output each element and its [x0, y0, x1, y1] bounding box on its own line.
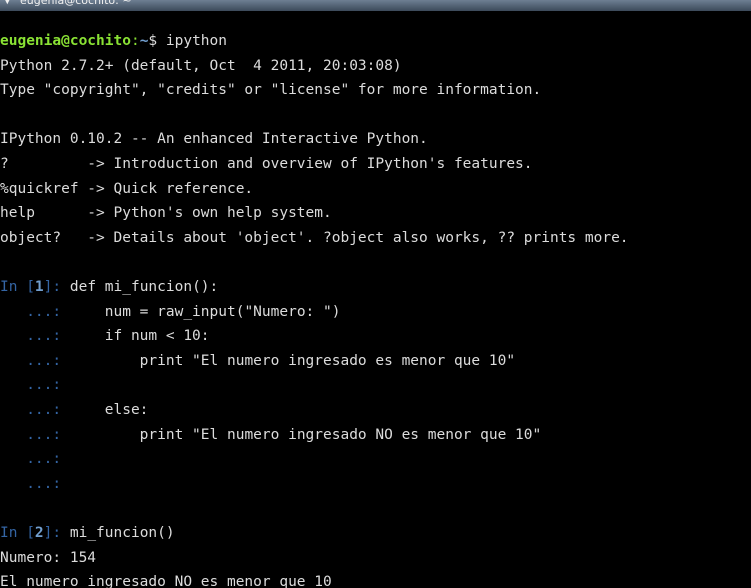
banner-line: ? -> Introduction and overview of IPytho… [0, 156, 533, 172]
continuation-line: ...: num = raw_input("Numero: ") [0, 300, 340, 325]
code-line: else: [69, 402, 149, 418]
in-prompt-close: ]: [43, 525, 70, 541]
continuation-line: ...: print "El numero ingresado NO es me… [0, 423, 541, 448]
in-prompt-number: 1 [34, 279, 44, 295]
prompt-symbol: $ [148, 33, 166, 49]
in-prompt-number: 2 [34, 525, 44, 541]
continuation-prompt: ...: [0, 475, 70, 492]
in-prompt-close: ]: [43, 279, 70, 295]
terminal-output[interactable]: eugenia@cochito:~$ ipython Python 2.7.2+… [0, 29, 751, 588]
code-line: num = raw_input("Numero: ") [69, 303, 341, 320]
program-output-line: El numero ingresado NO es menor que 10 [0, 574, 332, 588]
prompt-user-host: eugenia@cochito [0, 33, 131, 49]
continuation-line: ...: [0, 373, 70, 398]
banner-line: help -> Python's own help system. [0, 205, 332, 222]
continuation-prompt: ...: [0, 328, 70, 345]
continuation-line: ...: print "El numero ingresado es menor… [0, 349, 515, 374]
banner-line: %quickref -> Quick reference. [0, 180, 254, 197]
prompt-separator: : [130, 33, 140, 49]
continuation-line: ...: else: [0, 398, 148, 423]
continuation-line: ...: [0, 472, 70, 497]
continuation-prompt: ...: [0, 352, 70, 369]
continuation-prompt: ...: [0, 426, 70, 443]
code-line: def mi_funcion(): [69, 279, 219, 295]
window-title: eugenia@cochito: ~ [20, 0, 132, 7]
continuation-prompt: ...: [0, 303, 70, 320]
banner-line: IPython 0.10.2 -- An enhanced Interactiv… [0, 131, 428, 148]
ipython-input-line: In [1]: def mi_funcion(): [0, 275, 218, 300]
banner-line: object? -> Details about 'object'. ?obje… [0, 229, 629, 246]
program-output-line: Numero: 154 [0, 549, 97, 566]
in-prompt-open: In [ [0, 279, 35, 295]
continuation-prompt: ...: [0, 451, 70, 468]
continuation-line: ...: [0, 447, 70, 472]
prompt-command: ipython [165, 33, 227, 49]
continuation-line: ...: if num < 10: [0, 324, 210, 349]
banner-line: Python 2.7.2+ (default, Oct 4 2011, 20:0… [0, 57, 402, 74]
code-line: print "El numero ingresado NO es menor q… [69, 426, 542, 443]
continuation-prompt: ...: [0, 402, 70, 418]
shell-prompt-line: eugenia@cochito:~$ ipython [0, 29, 227, 54]
window-titlebar[interactable]: ▾ eugenia@cochito: ~ [0, 0, 751, 11]
in-prompt-open: In [ [0, 525, 35, 541]
menu-arrow-icon[interactable]: ▾ [4, 0, 11, 9]
ipython-input-line: In [2]: mi_funcion() [0, 521, 175, 546]
banner-line: Type "copyright", "credits" or "license"… [0, 82, 542, 99]
code-line: mi_funcion() [69, 525, 175, 541]
code-line: print "El numero ingresado es menor que … [69, 352, 516, 369]
code-line: if num < 10: [69, 328, 210, 345]
continuation-prompt: ...: [0, 377, 70, 394]
